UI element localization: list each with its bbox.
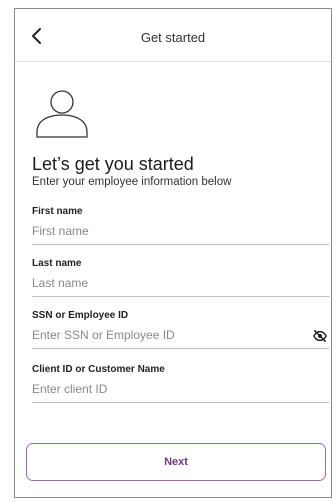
first-name-input[interactable] xyxy=(32,224,329,245)
client-id-input[interactable] xyxy=(32,382,329,403)
ssn-employee-id-field: SSN or Employee ID xyxy=(32,310,329,349)
next-button[interactable]: Next xyxy=(26,443,326,481)
intro-heading: Let’s get you started xyxy=(32,154,194,174)
ssn-employee-id-input[interactable] xyxy=(32,328,329,349)
ssn-employee-id-label: SSN or Employee ID xyxy=(32,310,129,321)
page-title: Get started xyxy=(140,30,206,45)
first-name-field: First name xyxy=(32,206,329,245)
first-name-label: First name xyxy=(32,206,83,217)
eye-slash-icon[interactable] xyxy=(313,329,327,343)
client-id-label: Client ID or Customer Name xyxy=(32,364,165,375)
last-name-label: Last name xyxy=(32,258,82,269)
last-name-input[interactable] xyxy=(32,276,329,297)
intro-subtitle: Enter your employee information below xyxy=(32,176,232,188)
last-name-field: Last name xyxy=(32,258,329,297)
client-id-field: Client ID or Customer Name xyxy=(32,364,329,403)
top-bar: Get started xyxy=(15,9,331,62)
user-icon xyxy=(36,90,88,138)
screen-frame: Get started Let’s get you started Enter … xyxy=(14,8,332,498)
